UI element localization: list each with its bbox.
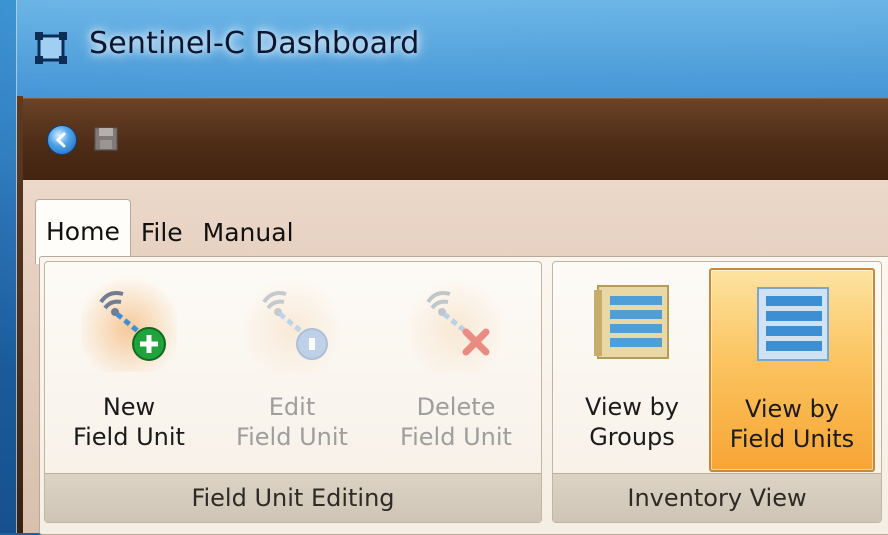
new-button-line1: New xyxy=(102,393,156,421)
edit-button-line2: Field Unit xyxy=(236,423,348,451)
wireless-delete-icon xyxy=(408,276,504,372)
view-by-groups-button[interactable]: View by Groups xyxy=(559,268,705,468)
list-groups-icon xyxy=(594,285,669,359)
ribbon-panel-home: New Field Unit Edit Field Unit Delete Fi… xyxy=(39,256,888,535)
save-icon[interactable] xyxy=(93,125,119,153)
group-title-field-unit-editing: Field Unit Editing xyxy=(45,473,541,522)
groups-button-line2: Groups xyxy=(589,423,675,451)
group-title-inventory-view: Inventory View xyxy=(553,473,881,522)
list-units-icon xyxy=(757,287,829,361)
edit-field-unit-button[interactable]: Edit Field Unit xyxy=(213,268,371,468)
window-edge xyxy=(17,96,23,533)
app-window: Sentinel-C Dashboard Home File Manual Ne… xyxy=(16,0,888,535)
tab-manual[interactable]: Manual xyxy=(193,206,304,260)
delete-field-unit-button[interactable]: Delete Field Unit xyxy=(375,268,537,468)
title-bar[interactable]: Sentinel-C Dashboard xyxy=(17,0,888,96)
units-button-line2: Field Units xyxy=(729,425,855,453)
new-button-line2: Field Unit xyxy=(73,423,185,451)
wireless-edit-icon xyxy=(244,276,340,372)
new-field-unit-button[interactable]: New Field Unit xyxy=(49,268,209,468)
group-inventory-view: View by Groups View by Field Units Inven… xyxy=(552,261,882,523)
tab-file[interactable]: File xyxy=(131,206,193,260)
edit-button-line1: Edit xyxy=(268,393,316,421)
app-frame-icon xyxy=(35,32,67,64)
delete-button-line2: Field Unit xyxy=(400,423,512,451)
wireless-add-icon xyxy=(81,276,177,372)
window-title: Sentinel-C Dashboard xyxy=(89,26,420,61)
delete-button-line1: Delete xyxy=(416,393,496,421)
groups-button-line1: View by xyxy=(584,393,680,421)
group-field-unit-editing: New Field Unit Edit Field Unit Delete Fi… xyxy=(44,261,542,523)
view-by-field-units-button[interactable]: View by Field Units xyxy=(709,268,875,472)
back-icon[interactable] xyxy=(47,125,77,155)
tab-home[interactable]: Home xyxy=(35,199,131,264)
quick-access-toolbar xyxy=(23,98,888,181)
arrow-left-icon xyxy=(55,132,66,148)
ribbon-tabs: Home File Manual xyxy=(35,190,304,264)
units-button-line1: View by xyxy=(744,395,840,423)
